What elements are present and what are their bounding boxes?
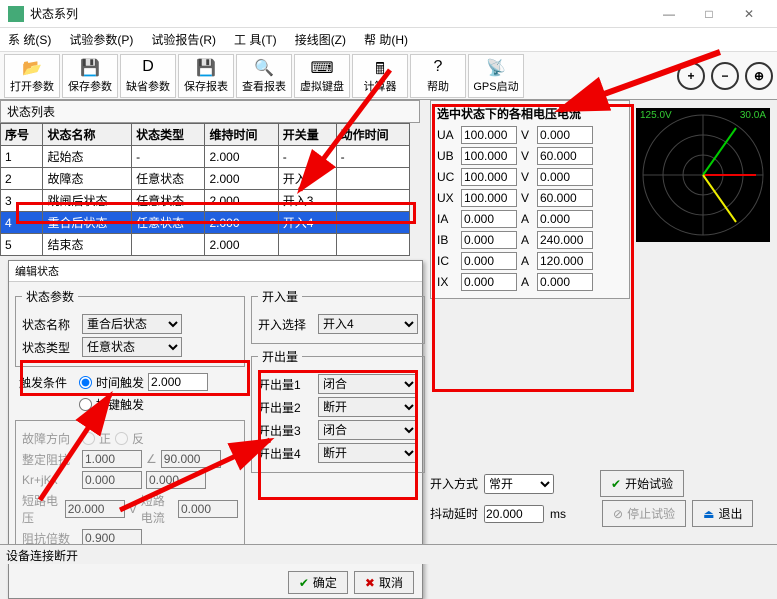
table-row[interactable]: 1起始态-2.000-- bbox=[1, 146, 410, 168]
zoom-fit-button[interactable]: ⊕ bbox=[745, 62, 773, 90]
in-switch-select[interactable]: 开入4 bbox=[318, 314, 418, 334]
state-name-select[interactable]: 重合后状态 bbox=[82, 314, 182, 334]
vi-ang-input[interactable] bbox=[537, 231, 593, 249]
toolbar-btn-6[interactable]: 🖩计算器 bbox=[352, 54, 408, 98]
vi-row: UXV bbox=[437, 189, 623, 207]
zoom-in-button[interactable]: + bbox=[677, 62, 705, 90]
vi-ang-input[interactable] bbox=[537, 273, 593, 291]
state-params-fieldset: 状态参数 状态名称 重合后状态 状态类型 任意状态 bbox=[15, 288, 245, 367]
zoom-out-button[interactable]: − bbox=[711, 62, 739, 90]
window-title: 状态系列 bbox=[30, 5, 649, 22]
toolbar-btn-0[interactable]: 📂打开参数 bbox=[4, 54, 60, 98]
phasor-diagram: 125.0V 30.0A bbox=[636, 108, 770, 242]
in-mode-select[interactable]: 常开 bbox=[484, 474, 554, 494]
vi-mag-input[interactable] bbox=[461, 189, 517, 207]
menu-params[interactable]: 试验参数(P) bbox=[69, 31, 133, 48]
vi-mag-input[interactable] bbox=[461, 126, 517, 144]
state-type-select[interactable]: 任意状态 bbox=[82, 337, 182, 357]
vi-ang-input[interactable] bbox=[537, 189, 593, 207]
toolbar-btn-1[interactable]: 💾保存参数 bbox=[62, 54, 118, 98]
phasor-label-a: 30.0A bbox=[740, 110, 766, 121]
menubar: 系 统(S) 试验参数(P) 试验报告(R) 工 具(T) 接线图(Z) 帮 助… bbox=[0, 28, 777, 52]
toolbar-btn-2[interactable]: D缺省参数 bbox=[120, 54, 176, 98]
out-switch-select[interactable]: 断开 bbox=[318, 397, 418, 417]
out-switch-select[interactable]: 闭合 bbox=[318, 420, 418, 440]
menu-help[interactable]: 帮 助(H) bbox=[364, 31, 408, 48]
vi-row: UAV bbox=[437, 126, 623, 144]
cancel-button[interactable]: ✖取消 bbox=[354, 571, 414, 594]
vi-row: UCV bbox=[437, 168, 623, 186]
vi-mag-input[interactable] bbox=[461, 168, 517, 186]
table-row[interactable]: 4重合后状态任意状态2.000开入4 bbox=[1, 212, 410, 234]
toolbar-btn-5[interactable]: ⌨虚拟键盘 bbox=[294, 54, 350, 98]
trigger-time-input[interactable] bbox=[148, 373, 208, 391]
app-icon bbox=[8, 6, 24, 22]
state-table[interactable]: 序号状态名称状态类型维持时间开关量动作时间 1起始态-2.000--2故障态任意… bbox=[0, 123, 410, 256]
start-test-button[interactable]: ✔开始试验 bbox=[600, 470, 684, 497]
table-row[interactable]: 3跳闸后状态任意状态2.000开入3 bbox=[1, 190, 410, 212]
table-row[interactable]: 2故障态任意状态2.000开入2 bbox=[1, 168, 410, 190]
vi-ang-input[interactable] bbox=[537, 252, 593, 270]
vi-row: IAA bbox=[437, 210, 623, 228]
vi-row: ICA bbox=[437, 252, 623, 270]
menu-report[interactable]: 试验报告(R) bbox=[151, 31, 216, 48]
ok-button[interactable]: ✔确定 bbox=[288, 571, 348, 594]
state-table-title: 状态列表 bbox=[0, 100, 420, 123]
out-switch-fieldset: 开出量 开出量1闭合开出量2断开开出量3闭合开出量4断开 bbox=[251, 348, 425, 473]
maximize-button[interactable]: □ bbox=[689, 7, 729, 21]
delay-input[interactable] bbox=[484, 505, 544, 523]
vi-title: 选中状态下的各相电压电流 bbox=[437, 105, 623, 122]
vi-panel: 选中状态下的各相电压电流 UAV UBV UCV UXV IAA IBA ICA IXA bbox=[430, 100, 630, 299]
exit-button[interactable]: ⏏退出 bbox=[692, 500, 753, 527]
menu-tools[interactable]: 工 具(T) bbox=[234, 31, 277, 48]
statusbar: 设备连接断开 bbox=[0, 544, 777, 564]
dialog-title: 编辑状态 bbox=[9, 261, 422, 282]
fault-fieldset: 故障方向 正 反 整定阻抗 ∠ Kr+jKx 短路电压 V 短路电流 阻抗倍数 bbox=[15, 420, 245, 557]
key-trigger-radio[interactable] bbox=[79, 398, 92, 411]
vi-ang-input[interactable] bbox=[537, 168, 593, 186]
vi-mag-input[interactable] bbox=[461, 252, 517, 270]
out-switch-select[interactable]: 闭合 bbox=[318, 374, 418, 394]
toolbar-btn-8[interactable]: 📡GPS启动 bbox=[468, 54, 524, 98]
close-button[interactable]: ✕ bbox=[729, 7, 769, 21]
in-switch-fieldset: 开入量 开入选择 开入4 bbox=[251, 288, 425, 344]
time-trigger-radio[interactable] bbox=[79, 376, 92, 389]
toolbar-btn-4[interactable]: 🔍查看报表 bbox=[236, 54, 292, 98]
toolbar-btn-7[interactable]: ?帮助 bbox=[410, 54, 466, 98]
out-switch-select[interactable]: 断开 bbox=[318, 443, 418, 463]
vi-row: IXA bbox=[437, 273, 623, 291]
toolbar-btn-3[interactable]: 💾保存报表 bbox=[178, 54, 234, 98]
menu-wiring[interactable]: 接线图(Z) bbox=[295, 31, 346, 48]
vi-ang-input[interactable] bbox=[537, 147, 593, 165]
minimize-button[interactable]: — bbox=[649, 7, 689, 21]
vi-mag-input[interactable] bbox=[461, 147, 517, 165]
vi-mag-input[interactable] bbox=[461, 231, 517, 249]
table-row[interactable]: 5结束态2.000 bbox=[1, 234, 410, 256]
titlebar: 状态系列 — □ ✕ bbox=[0, 0, 777, 28]
menu-system[interactable]: 系 统(S) bbox=[8, 31, 51, 48]
vi-mag-input[interactable] bbox=[461, 273, 517, 291]
vi-ang-input[interactable] bbox=[537, 210, 593, 228]
toolbar: 📂打开参数💾保存参数D缺省参数💾保存报表🔍查看报表⌨虚拟键盘🖩计算器?帮助📡GP… bbox=[0, 52, 777, 100]
vi-row: IBA bbox=[437, 231, 623, 249]
stop-test-button[interactable]: ⊘停止试验 bbox=[602, 500, 686, 527]
phasor-label-v: 125.0V bbox=[640, 110, 672, 121]
vi-mag-input[interactable] bbox=[461, 210, 517, 228]
vi-row: UBV bbox=[437, 147, 623, 165]
vi-ang-input[interactable] bbox=[537, 126, 593, 144]
